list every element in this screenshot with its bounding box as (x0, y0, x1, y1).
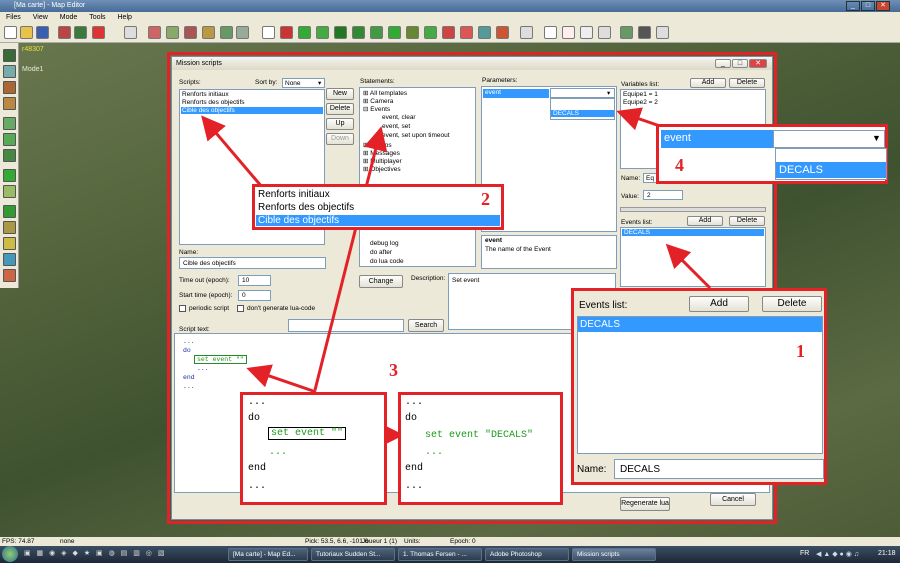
task-photoshop[interactable]: Adobe Photoshop (485, 548, 569, 561)
callout-1-add: Add (689, 296, 749, 312)
code-line: ... (269, 447, 288, 458)
callout-1-name-label: Name: (577, 464, 607, 475)
start-button-icon[interactable] (2, 546, 18, 562)
code-line-set-event: set event "DECALS" (425, 430, 534, 441)
clock: 21:18 (878, 550, 896, 557)
callout-3-number: 3 (389, 360, 398, 380)
callout-3-after: ... do set event "DECALS" ... end ... (398, 392, 563, 505)
callout-1-item: DECALS (578, 317, 822, 332)
callout-2: Renforts initiaux Renforts des objectifs… (252, 184, 504, 230)
status-pick: Pick: 53.5, 6.6, -101.6 (305, 538, 369, 545)
code-line: do (248, 413, 261, 424)
callout-2-number: 2 (481, 189, 490, 209)
callout-4-number: 4 (675, 155, 684, 175)
callout-2-item-selected: Cible des objectifs (256, 215, 500, 226)
code-line: end (248, 463, 267, 474)
status-bar: FPS: 74.87 none Pick: 53.5, 6.6, -101.6 … (0, 537, 900, 546)
quicklaunch-icons[interactable]: ▣ ▦ ◉ ◈ ◆ ★ ▣ ◍ ▤ ▥ ◎ ▧ (24, 549, 224, 560)
code-line: ... (248, 397, 267, 408)
code-line: ... (248, 481, 267, 492)
callout-1-name-value: DECALS (620, 464, 661, 475)
callout-1-name-field: DECALS (614, 459, 824, 479)
callout-1: Events list: Add Delete DECALS 1 Name: D… (571, 288, 827, 485)
chevron-down-icon: ▼ (872, 133, 881, 143)
arrow-3-to-statement (313, 126, 388, 391)
language-indicator[interactable]: FR (800, 550, 809, 557)
status-epoch: Epoch: 0 (450, 538, 476, 545)
callout-1-events-label: Events list: (579, 300, 628, 311)
code-line: ... (405, 481, 424, 492)
code-line: ... (425, 447, 444, 458)
task-tutoriaux[interactable]: Tutoriaux Sudden St... (311, 548, 395, 561)
task-music[interactable]: 1. Thomas Fersen - ... (398, 548, 482, 561)
callout-4-dropdown: DECALS (775, 148, 887, 180)
callout-4-select: ▼ (773, 130, 885, 148)
status-player: Joueur 1 (1) (362, 538, 398, 545)
arrow-3-to-script (246, 364, 317, 394)
task-map-editor[interactable]: [Ma carte] - Map Ed... (228, 548, 308, 561)
code-line: do (405, 413, 418, 424)
callout-1-delete: Delete (762, 296, 822, 312)
taskbar: ▣ ▦ ◉ ◈ ◆ ★ ▣ ◍ ▤ ▥ ◎ ▧ [Ma carte] - Map… (0, 546, 900, 563)
code-line: ... (405, 397, 424, 408)
arrow-1-to-events (665, 243, 712, 290)
callout-3-before: ... do set event "" ... end ... (240, 392, 387, 505)
code-line-set-event: set event "" (268, 427, 347, 440)
arrow-4-to-dropdown (616, 107, 661, 131)
status-units: Units: (404, 538, 421, 545)
callout-1-list: DECALS 1 (577, 316, 823, 454)
arrow-2-to-scripts (201, 115, 264, 188)
callout-1-number: 1 (796, 341, 805, 361)
callout-2-item: Renforts initiaux (258, 189, 330, 200)
callout-4-option: DECALS (776, 162, 886, 178)
status-fps: FPS: 74.87 (2, 538, 35, 545)
status-selection: none (60, 538, 75, 545)
callout-4-field: event (661, 130, 773, 148)
callout-4: event ▼ DECALS 4 (656, 124, 888, 184)
callout-2-item: Renforts des objectifs (258, 202, 355, 213)
task-mission-scripts[interactable]: Mission scripts (572, 548, 656, 561)
tray-icons[interactable]: ◀ ▲ ◆ ● ◉ ♫ (816, 550, 859, 558)
code-line: end (405, 463, 424, 474)
